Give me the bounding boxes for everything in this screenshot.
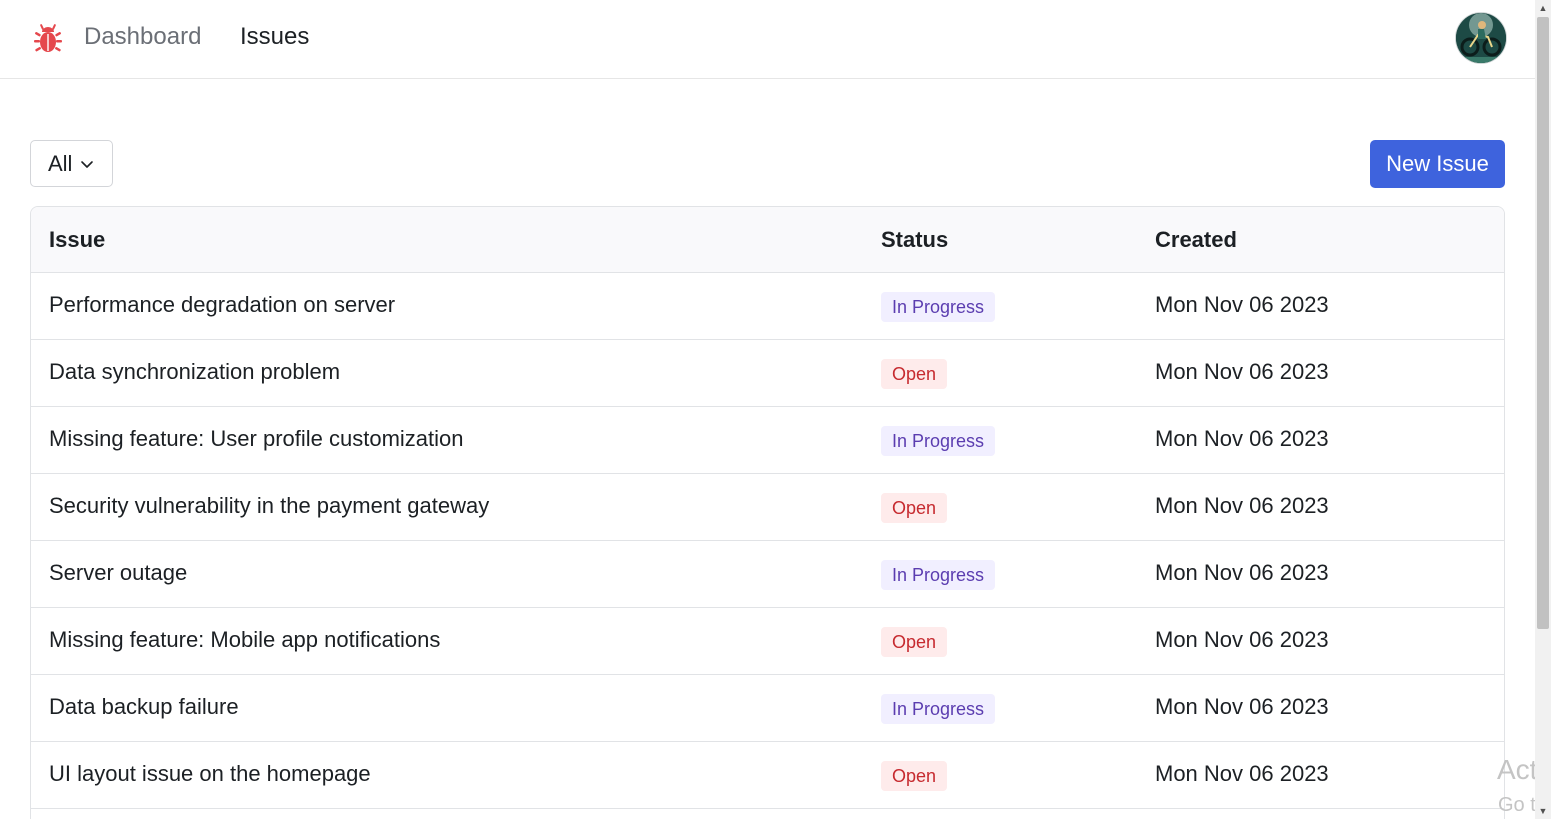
table-row: UI layout issue on the homepage Open Mon…: [31, 742, 1504, 809]
created-date: Mon Nov 06 2023: [1155, 493, 1329, 518]
status-badge: In Progress: [881, 292, 996, 322]
bug-icon[interactable]: [30, 21, 66, 57]
issue-title-link[interactable]: UI layout issue on the homepage: [49, 761, 371, 787]
issues-table: Issue Status Created Performance degrada…: [30, 206, 1505, 819]
nav-link-dashboard[interactable]: Dashboard: [84, 22, 201, 52]
issue-title-link[interactable]: Data synchronization problem: [49, 359, 340, 385]
scroll-up-arrow-icon[interactable]: ▲: [1535, 0, 1551, 16]
status-filter-value: All: [48, 150, 73, 176]
table-row: Missing feature: Mobile app notification…: [31, 608, 1504, 675]
created-date: Mon Nov 06 2023: [1155, 292, 1329, 317]
scrollbar-thumb[interactable]: [1537, 17, 1549, 629]
avatar-cyclist-icon: [1456, 13, 1506, 63]
status-badge: In Progress: [881, 560, 996, 590]
vertical-scrollbar[interactable]: ▲ ▼: [1535, 0, 1551, 819]
status-badge: Open: [881, 627, 948, 657]
created-date: Mon Nov 06 2023: [1155, 359, 1329, 384]
page: Dashboard Issues All New Issue Issue Sta: [0, 0, 1535, 819]
scroll-down-arrow-icon[interactable]: ▼: [1535, 803, 1551, 819]
created-date: Mon Nov 06 2023: [1155, 694, 1329, 719]
status-badge: Open: [881, 359, 948, 389]
status-badge: In Progress: [881, 426, 996, 456]
new-issue-button[interactable]: New Issue: [1370, 140, 1505, 188]
created-date: Mon Nov 06 2023: [1155, 560, 1329, 585]
column-header-status[interactable]: Status: [881, 227, 948, 253]
status-badge: Open: [881, 761, 948, 791]
table-row: Server outage In Progress Mon Nov 06 202…: [31, 541, 1504, 608]
navbar: Dashboard Issues: [0, 0, 1535, 79]
table-row: Data backup failure In Progress Mon Nov …: [31, 675, 1504, 742]
nav-link-issues[interactable]: Issues: [240, 22, 309, 52]
table-row: Security vulnerability in the payment ga…: [31, 474, 1504, 541]
table-row: Missing feature: User profile customizat…: [31, 407, 1504, 474]
issue-title-link[interactable]: Missing feature: Mobile app notification…: [49, 627, 440, 653]
issue-title-link[interactable]: Server outage: [49, 560, 187, 586]
status-filter-select[interactable]: All: [30, 140, 113, 187]
issue-title-link[interactable]: Missing feature: User profile customizat…: [49, 426, 464, 452]
issue-title-link[interactable]: Data backup failure: [49, 694, 239, 720]
created-date: Mon Nov 06 2023: [1155, 426, 1329, 451]
issue-title-link[interactable]: Security vulnerability in the payment ga…: [49, 493, 489, 519]
avatar[interactable]: [1456, 13, 1506, 63]
table-row: Data synchronization problem Open Mon No…: [31, 340, 1504, 407]
column-header-issue[interactable]: Issue: [49, 227, 105, 253]
created-date: Mon Nov 06 2023: [1155, 627, 1329, 652]
issue-title-link[interactable]: Performance degradation on server: [49, 292, 395, 318]
table-row: Performance degradation on server In Pro…: [31, 273, 1504, 340]
column-header-created[interactable]: Created: [1155, 227, 1237, 253]
status-badge: Open: [881, 493, 948, 523]
chevron-down-icon: [81, 160, 94, 168]
table-header: Issue Status Created: [31, 207, 1504, 273]
status-badge: In Progress: [881, 694, 996, 724]
created-date: Mon Nov 06 2023: [1155, 761, 1329, 786]
